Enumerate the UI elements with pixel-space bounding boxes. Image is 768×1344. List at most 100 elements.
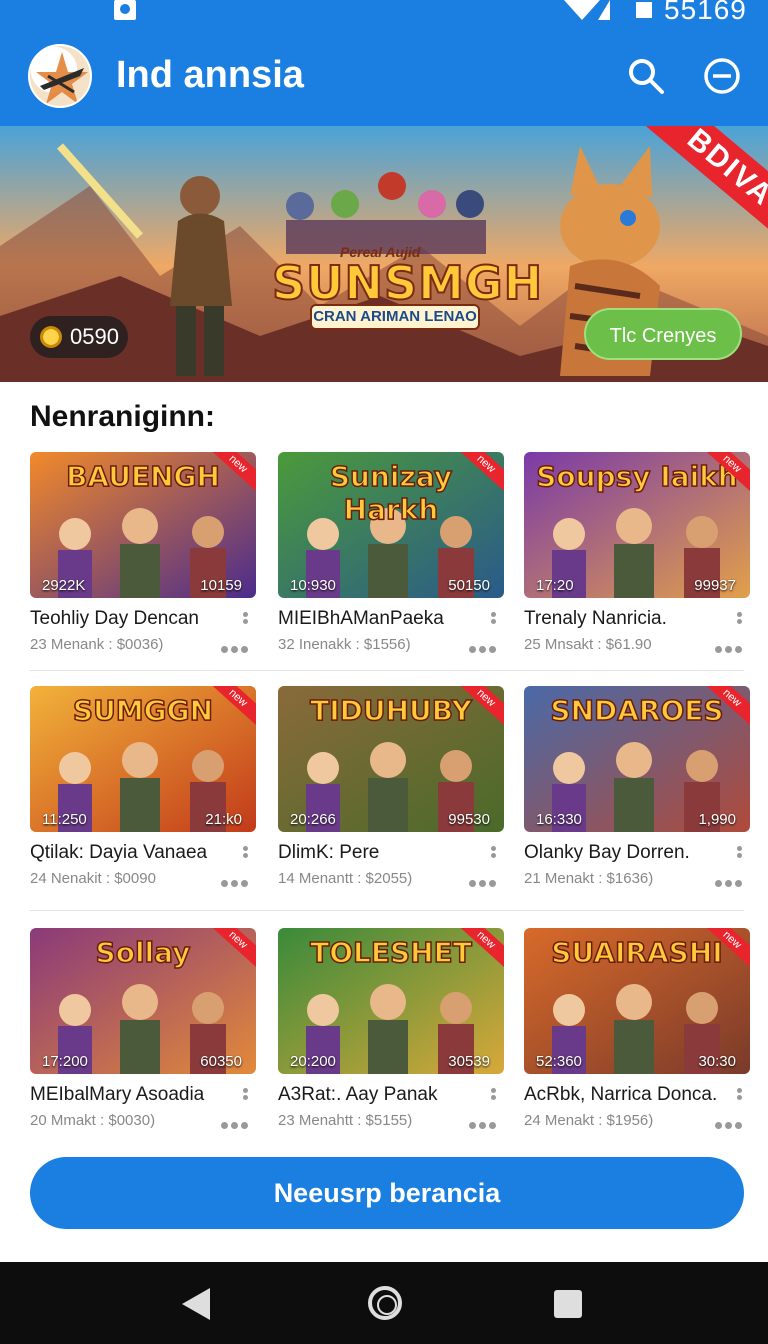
thumbnail-stat-left: 52:360 — [536, 1053, 582, 1070]
thumbnail-title: BAUENGH — [65, 459, 220, 494]
card-title[interactable]: Olanky Bay Dorren. — [524, 842, 690, 864]
signal-icon — [598, 0, 610, 20]
game-card[interactable]: Sunizay Harkh new 10:930 50150 MIEIBhAManPae… — [278, 452, 504, 672]
game-thumbnail[interactable]: BAUENGH new 2922K 10159 — [30, 452, 256, 598]
thumbnail-title: Soupsy Iaikh — [535, 459, 738, 494]
more-vertical-icon[interactable] — [490, 844, 496, 864]
more-horizontal-icon[interactable] — [466, 640, 500, 653]
more-vertical-icon[interactable] — [736, 1086, 742, 1106]
game-card[interactable]: SNDAROES new 16:330 1,990 Olanky Bay Dorren.… — [524, 686, 750, 906]
battery-icon — [636, 2, 652, 18]
more-horizontal-icon[interactable] — [218, 874, 252, 887]
thumbnail-stat-right: 99937 — [694, 577, 736, 594]
card-title[interactable]: DlimK: Pere — [278, 842, 379, 864]
card-title[interactable]: Trenaly Nanricia. — [524, 608, 667, 630]
thumbnail-stat-right: 30:30 — [698, 1053, 736, 1070]
search-icon[interactable] — [626, 56, 666, 96]
game-thumbnail[interactable]: Soupsy Iaikh new 17:20 99937 — [524, 452, 750, 598]
game-card[interactable]: Soupsy Iaikh new 17:20 99937 Trenaly Nanrici… — [524, 452, 750, 672]
game-card[interactable]: SUAIRASHI new 52:360 30:30 AcRbk, Narrica Do… — [524, 928, 750, 1148]
row-divider — [30, 910, 744, 911]
banner-subtitle: CRAN ARIMAN LENAO — [310, 304, 480, 330]
card-meta: 24 Nenakit : $0090 — [30, 870, 156, 887]
app-title: Ind annsia — [116, 54, 304, 96]
status-bar: 55169 — [0, 0, 768, 30]
card-title[interactable]: Qtilak: Dayia Vanaea — [30, 842, 207, 864]
thumbnail-stat-right: 30539 — [448, 1053, 490, 1070]
thumbnail-stat-left: 17:200 — [42, 1053, 88, 1070]
card-meta: 20 Mmakt : $0030) — [30, 1112, 156, 1129]
thumbnail-title: TOLESHET — [309, 935, 472, 970]
thumbnail-title: TIDUHUBY — [309, 693, 472, 728]
minus-circle-icon[interactable] — [702, 56, 742, 96]
coin-icon — [40, 326, 62, 348]
more-horizontal-icon[interactable] — [712, 874, 746, 887]
game-thumbnail[interactable]: TOLESHET new 20:200 30539 — [278, 928, 504, 1074]
game-thumbnail[interactable]: Sunizay Harkh new 10:930 50150 — [278, 452, 504, 598]
more-vertical-icon[interactable] — [490, 610, 496, 630]
back-triangle-icon[interactable] — [182, 1288, 210, 1320]
section-title: Nenraniginn: — [30, 400, 215, 433]
more-vertical-icon[interactable] — [736, 610, 742, 630]
home-circle-icon[interactable] — [368, 1286, 402, 1320]
more-horizontal-icon[interactable] — [466, 874, 500, 887]
more-horizontal-icon[interactable] — [218, 1116, 252, 1129]
more-vertical-icon[interactable] — [490, 1086, 496, 1106]
game-thumbnail[interactable]: TIDUHUBY new 20:266 99530 — [278, 686, 504, 832]
thumbnail-title: SUAIRASHI — [551, 935, 724, 970]
card-meta: 23 Menank : $0036) — [30, 636, 164, 653]
game-card[interactable]: TIDUHUBY new 20:266 99530 DlimK: Pere 14 Mena… — [278, 686, 504, 906]
app-bar: Ind annsia — [0, 30, 768, 126]
game-card[interactable]: BAUENGH new 2922K 10159 Teohliy Day Dencan 23… — [30, 452, 256, 672]
card-title[interactable]: Teohliy Day Dencan — [30, 608, 199, 630]
thumbnail-title: SNDAROES — [550, 693, 725, 728]
thumbnail-title: Sollay — [95, 935, 191, 970]
thumbnail-stat-right: 1,990 — [698, 811, 736, 828]
notification-icon — [114, 0, 136, 20]
featured-banner[interactable]: Pereal Aujid SUNSMGH CRAN ARIMAN LENAO 0… — [0, 126, 768, 382]
row-divider — [30, 670, 744, 671]
thumbnail-title: Sunizay Harkh — [329, 459, 453, 527]
more-horizontal-icon[interactable] — [218, 640, 252, 653]
more-vertical-icon[interactable] — [242, 1086, 248, 1106]
more-horizontal-icon[interactable] — [712, 1116, 746, 1129]
thumbnail-stat-left: 20:200 — [290, 1053, 336, 1070]
thumbnail-stat-left: 10:930 — [290, 577, 336, 594]
card-meta: 21 Menakt : $1636) — [524, 870, 654, 887]
wifi-icon — [564, 0, 600, 20]
card-meta: 32 Inenakk : $1556) — [278, 636, 411, 653]
thumbnail-stat-left: 11:250 — [42, 811, 87, 828]
game-card[interactable]: Sollay new 17:200 60350 MEIbalMary Asoadia 20… — [30, 928, 256, 1148]
primary-button[interactable]: Neeusrp berancia — [30, 1157, 744, 1229]
more-vertical-icon[interactable] — [242, 610, 248, 630]
more-vertical-icon[interactable] — [736, 844, 742, 864]
game-thumbnail[interactable]: Sollay new 17:200 60350 — [30, 928, 256, 1074]
more-horizontal-icon[interactable] — [466, 1116, 500, 1129]
coin-balance: 0590 — [30, 316, 128, 358]
game-thumbnail[interactable]: SUMGGN new 11:250 21:k0 — [30, 686, 256, 832]
thumbnail-stat-right: 21:k0 — [205, 811, 242, 828]
card-title[interactable]: MEIbalMary Asoadia — [30, 1084, 204, 1106]
thumbnail-stat-left: 20:266 — [290, 811, 336, 828]
banner-title: SUNSMGH — [271, 255, 544, 311]
card-title[interactable]: AcRbk, Narrica Donca. — [524, 1084, 717, 1106]
thumbnail-stat-left: 16:330 — [536, 811, 582, 828]
card-title[interactable]: A3Rat:. Aay Panak — [278, 1084, 438, 1106]
game-logo-icon[interactable] — [28, 44, 92, 108]
game-thumbnail[interactable]: SUAIRASHI new 52:360 30:30 — [524, 928, 750, 1074]
more-horizontal-icon[interactable] — [712, 640, 746, 653]
coin-value: 0590 — [70, 324, 119, 349]
more-vertical-icon[interactable] — [242, 844, 248, 864]
game-thumbnail[interactable]: SNDAROES new 16:330 1,990 — [524, 686, 750, 832]
recents-square-icon[interactable] — [554, 1290, 582, 1318]
thumbnail-stat-left: 2922K — [42, 577, 86, 594]
thumbnail-stat-right: 99530 — [448, 811, 490, 828]
banner-cta-button[interactable]: Tlc Crenyes — [584, 308, 742, 360]
thumbnail-stat-right: 10159 — [200, 577, 242, 594]
card-title[interactable]: MIEIBhAManPaeka — [278, 608, 444, 630]
card-meta: 25 Mnsakt : $61.90 — [524, 636, 652, 653]
game-card[interactable]: SUMGGN new 11:250 21:k0 Qtilak: Dayia Vanaea… — [30, 686, 256, 906]
game-card[interactable]: TOLESHET new 20:200 30539 A3Rat:. Aay Panak 2… — [278, 928, 504, 1148]
card-meta: 23 Menahtt : $5155) — [278, 1112, 413, 1129]
system-nav-bar — [0, 1262, 768, 1344]
